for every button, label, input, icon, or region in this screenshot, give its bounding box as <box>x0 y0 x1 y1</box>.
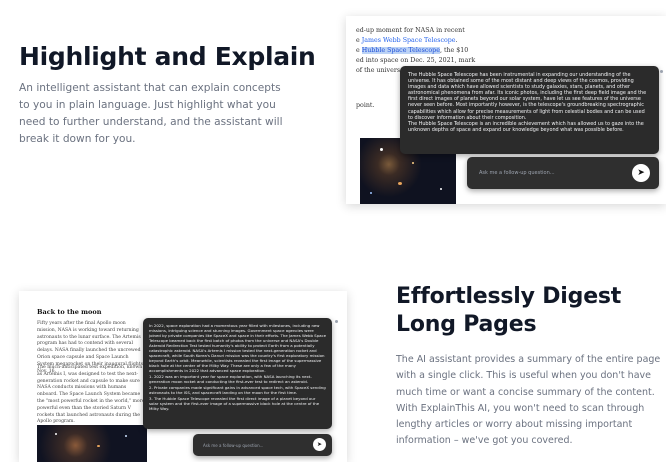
article-line: e Hubble Space Telescope, the $10 <box>356 47 469 54</box>
article-line: ed-up moment for NASA in recent <box>356 27 465 34</box>
follow-up-chat-box: Ask me a follow-up question... ➤ <box>193 434 332 456</box>
explanation-popup: The Hubble Space Telescope has been inst… <box>400 66 659 154</box>
summary-point: 3. The Hubble Space Telescope revealed t… <box>149 396 320 411</box>
highlighted-text[interactable]: Hubble Space Telescope <box>361 47 440 54</box>
summary-paragraph: In 2022, space exploration had a momento… <box>149 323 327 373</box>
feature-title-highlight-explain: Highlight and Explain <box>19 42 316 71</box>
popup-scroll-indicator <box>335 320 338 323</box>
send-button[interactable]: ➤ <box>313 438 326 451</box>
article-paragraph: The much-anticipated test expedition, kn… <box>37 365 145 425</box>
article-line: e James Webb Space Telescope. <box>356 37 458 44</box>
send-button[interactable]: ➤ <box>632 164 650 182</box>
article-line: ed into space on Dec. 25, 2021, mark <box>356 57 476 64</box>
explanation-paragraph: The Hubble Space Telescope has been inst… <box>408 72 647 121</box>
follow-up-chat-box: Ask me a follow-up question... ➤ <box>467 157 659 189</box>
feature-description-highlight-explain: An intelligent assistant that can explai… <box>19 82 283 145</box>
article-heading: Back to the moon <box>37 308 102 316</box>
arrow-right-icon: ➤ <box>637 168 645 178</box>
summary-point: 1. 2022 was an important year for space … <box>149 374 312 384</box>
explanation-paragraph: The Hubble Space Telescope is an incredi… <box>408 120 644 133</box>
summary-point: 2. Private companies made significant ga… <box>149 385 326 395</box>
follow-up-input[interactable]: Ask me a follow-up question... <box>479 170 555 176</box>
popup-scroll-indicator <box>660 70 663 73</box>
feature-description-digest-pages: The AI assistant provides a summary of t… <box>396 354 661 447</box>
summary-popup: In 2022, space exploration had a momento… <box>143 318 332 429</box>
arrow-right-icon: ➤ <box>316 441 323 448</box>
follow-up-input[interactable]: Ask me a follow-up question... <box>203 443 263 448</box>
feature-title-digest-pages: Effortlessly Digest Long Pages <box>396 284 622 337</box>
galaxy-image <box>37 425 147 462</box>
article-link[interactable]: James Webb Space Telescope <box>362 37 456 44</box>
article-fragment: point. <box>356 102 375 109</box>
